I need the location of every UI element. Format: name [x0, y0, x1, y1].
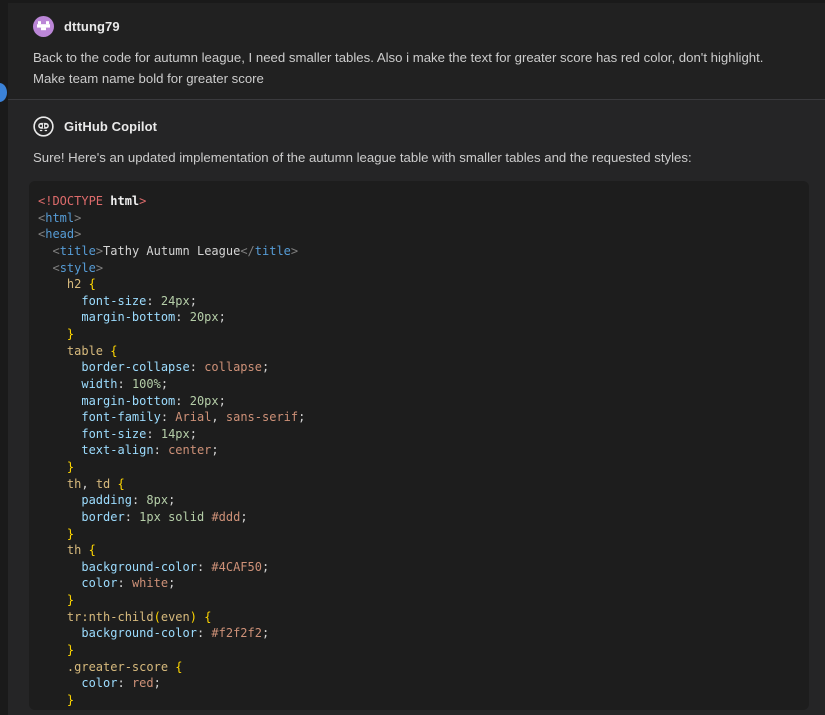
code-block[interactable]: <!DOCTYPE html><html><head> <title>Tathy… [29, 181, 809, 710]
user-message-line: Back to the code for autumn league, I ne… [33, 47, 801, 68]
code-line: border: 1px solid #ddd; [38, 509, 799, 526]
code-line: font-size: 24px; [38, 293, 799, 310]
user-message-header: dttung79 [33, 15, 801, 37]
code-line: th, td { [38, 476, 799, 493]
code-line: } [38, 692, 799, 709]
code-line: table { [38, 343, 799, 360]
copilot-chat-panel: dttung79 Back to the code for autumn lea… [0, 0, 825, 715]
code-line: tr:nth-child(even) { [38, 609, 799, 626]
code-line: th { [38, 542, 799, 559]
assistant-name: GitHub Copilot [64, 119, 157, 134]
code-line: font-family: Arial, sans-serif; [38, 409, 799, 426]
user-message-body: Back to the code for autumn league, I ne… [33, 47, 801, 89]
code-line: border-collapse: collapse; [38, 359, 799, 376]
username: dttung79 [64, 19, 120, 34]
user-message: dttung79 Back to the code for autumn lea… [8, 3, 825, 100]
user-message-line: Make team name bold for greater score [33, 68, 801, 89]
code-line: width: 100%; [38, 376, 799, 393]
left-rail [0, 0, 8, 715]
code-line: <style> [38, 260, 799, 277]
code-line: .greater-score { [38, 659, 799, 676]
code-line: font-size: 14px; [38, 426, 799, 443]
code-line: padding: 8px; [38, 492, 799, 509]
code-line: <!DOCTYPE html> [38, 193, 799, 210]
code-line: <title>Tathy Autumn League</title> [38, 243, 799, 260]
code-line: } [38, 459, 799, 476]
code-line: background-color: #4CAF50; [38, 559, 799, 576]
code-line: margin-bottom: 20px; [38, 393, 799, 410]
scroll-position-indicator[interactable] [0, 83, 7, 102]
code-line: } [38, 592, 799, 609]
assistant-intro-text: Sure! Here's an updated implementation o… [33, 147, 801, 168]
assistant-message-header: GitHub Copilot [33, 115, 801, 137]
code-line: h2 { [38, 276, 799, 293]
chat-thread: dttung79 Back to the code for autumn lea… [8, 0, 825, 715]
code-line: <head> [38, 226, 799, 243]
code-line: color: white; [38, 575, 799, 592]
code-line: } [38, 526, 799, 543]
code-line: } [38, 642, 799, 659]
code-line: text-align: center; [38, 442, 799, 459]
user-avatar [33, 16, 54, 37]
assistant-message-body: Sure! Here's an updated implementation o… [33, 147, 801, 168]
code-line: margin-bottom: 20px; [38, 309, 799, 326]
code-line: background-color: #f2f2f2; [38, 625, 799, 642]
code-line: <html> [38, 210, 799, 227]
assistant-message: GitHub Copilot Sure! Here's an updated i… [8, 100, 825, 712]
copilot-avatar-icon [33, 116, 54, 137]
code-line: } [38, 326, 799, 343]
code-line: color: red; [38, 675, 799, 692]
